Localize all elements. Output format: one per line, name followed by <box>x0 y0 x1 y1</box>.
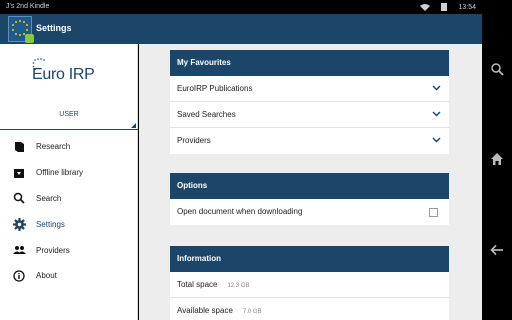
nav-item-label: Search <box>36 193 62 203</box>
device-name: J's 2nd Kindle <box>6 3 50 10</box>
chevron-down-icon <box>432 85 441 91</box>
open-document-label: Open document when downloading <box>177 207 303 216</box>
drawer-nav: Research Offline library Search Settings… <box>0 134 138 289</box>
info-label: Available space <box>177 306 233 315</box>
info-row-available-space: Available space 7.0 GB <box>170 298 449 320</box>
nav-item-about[interactable]: About <box>0 263 138 289</box>
dropdown-corner-icon <box>131 123 136 128</box>
info-label: Total space <box>177 280 218 289</box>
favourite-row-publications[interactable]: EuroIRP Publications <box>170 76 449 102</box>
favourites-card: My Favourites EuroIRP Publications Saved… <box>170 50 449 154</box>
open-document-checkbox[interactable] <box>429 208 438 217</box>
navigation-drawer: Euro IRP USER Research Offline library S… <box>0 44 138 320</box>
info-value: 12.3 GB <box>227 283 250 289</box>
favourite-label: Saved Searches <box>177 110 236 119</box>
options-card: Options Open document when downloading <box>170 173 449 225</box>
nav-item-label: Research <box>36 142 71 152</box>
nav-item-label: About <box>36 271 57 281</box>
archive-icon <box>12 166 26 180</box>
favourite-row-providers[interactable]: Providers <box>170 128 449 154</box>
nav-item-offline-library[interactable]: Offline library <box>0 160 138 186</box>
favourite-label: EuroIRP Publications <box>177 84 253 93</box>
options-header: Options <box>170 173 449 199</box>
open-document-option[interactable]: Open document when downloading <box>170 199 449 225</box>
battery-icon <box>441 3 448 11</box>
nav-item-label: Providers <box>36 245 70 255</box>
clock: 13:54 <box>458 3 476 11</box>
nav-item-providers[interactable]: Providers <box>0 237 138 263</box>
chevron-down-icon <box>432 137 441 143</box>
wifi-icon <box>420 3 431 11</box>
status-icons: 13:54 <box>420 3 476 11</box>
nav-item-search[interactable]: Search <box>0 186 138 212</box>
app-bar: Settings <box>0 14 482 44</box>
book-icon <box>12 140 26 154</box>
status-bar: J's 2nd Kindle 13:54 <box>0 0 482 14</box>
page-title: Settings <box>36 23 72 33</box>
favourite-row-saved-searches[interactable]: Saved Searches <box>170 102 449 128</box>
logo-text: Euro IRP <box>32 66 95 83</box>
system-nav-rail <box>482 0 512 320</box>
nav-item-label: Settings <box>36 219 65 229</box>
home-icon[interactable] <box>490 152 504 166</box>
information-header: Information <box>170 246 449 272</box>
info-row-total-space: Total space 12.3 GB <box>170 272 449 298</box>
info-icon <box>12 269 26 283</box>
user-label: USER <box>59 111 79 118</box>
nav-item-label: Offline library <box>36 168 83 178</box>
favourites-header: My Favourites <box>170 50 449 76</box>
back-arrow-icon[interactable] <box>490 243 504 257</box>
gear-icon <box>12 217 26 231</box>
user-selector[interactable]: USER <box>0 102 138 130</box>
euro-irp-logo: Euro IRP <box>32 58 122 88</box>
search-icon <box>12 191 26 205</box>
app-logo-icon[interactable] <box>8 16 34 43</box>
favourite-label: Providers <box>177 136 211 145</box>
nav-item-settings[interactable]: Settings <box>0 211 138 237</box>
nav-item-research[interactable]: Research <box>0 134 138 160</box>
info-value: 7.0 GB <box>242 309 262 315</box>
chevron-down-icon <box>432 111 441 117</box>
app-badge <box>25 34 34 43</box>
people-icon <box>12 243 26 257</box>
search-icon[interactable] <box>490 62 504 76</box>
settings-content: My Favourites EuroIRP Publications Saved… <box>139 44 482 320</box>
information-card: Information Total space 12.3 GB Available… <box>170 246 449 320</box>
